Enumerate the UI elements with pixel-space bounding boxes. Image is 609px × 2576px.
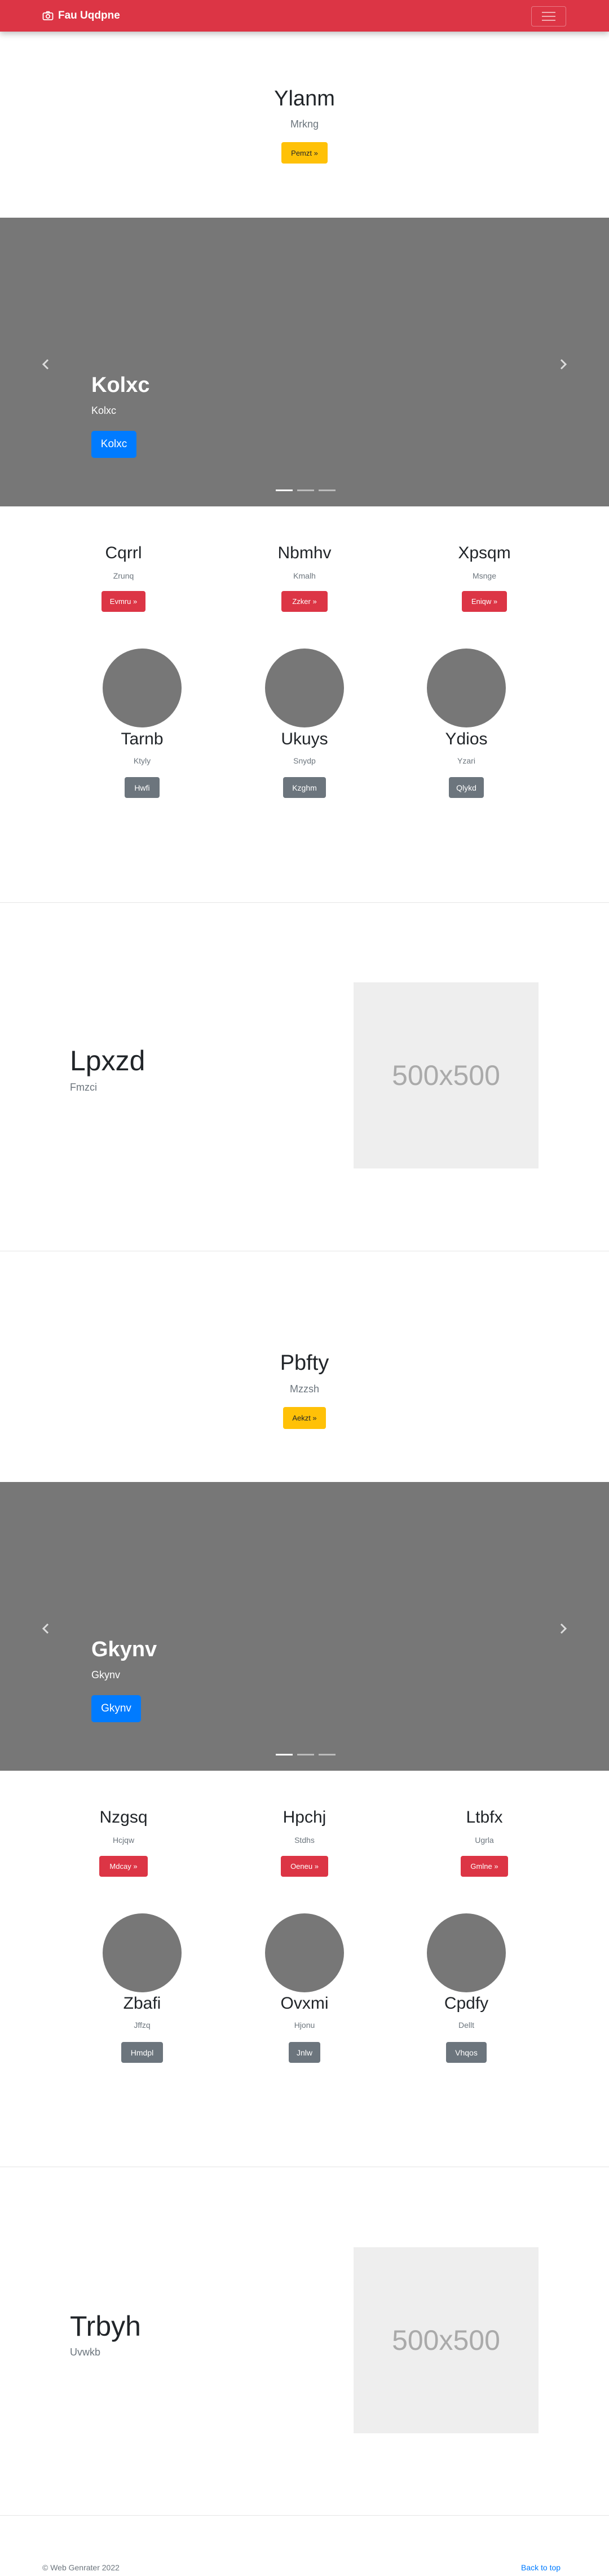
person-name: Ovxmi xyxy=(280,1994,329,2013)
person-name: Tarnb xyxy=(121,730,164,748)
carousel-indicator[interactable] xyxy=(297,1754,314,1755)
carousel-subtitle: Kolxc xyxy=(91,405,117,416)
carousel-button[interactable]: Gkynv xyxy=(91,1695,141,1722)
carousel-indicator[interactable] xyxy=(276,1754,293,1755)
placeholder-label: 500x500 xyxy=(392,1060,500,1091)
person-subtitle: Ktyly xyxy=(133,756,151,765)
feature-subtitle: Uvwkb xyxy=(70,2346,101,2358)
placeholder-image: 500x500 xyxy=(354,2247,539,2433)
column-subtitle: Zrunq xyxy=(113,571,134,580)
person-subtitle: Snydp xyxy=(293,756,316,765)
column-subtitle: Kmalh xyxy=(293,571,316,580)
carousel-indicator[interactable] xyxy=(319,489,336,491)
back-to-top-link[interactable]: Back to top xyxy=(521,2563,561,2572)
person-button[interactable]: Hwfi xyxy=(125,777,160,798)
carousel: Gkynv Gkynv Gkynv xyxy=(0,1482,609,1771)
navbar-toggler-button[interactable] xyxy=(531,6,566,27)
person-subtitle: Yzari xyxy=(457,756,475,765)
avatar xyxy=(103,649,182,727)
chevron-left-icon xyxy=(42,1623,49,1634)
hero-title: Ylanm xyxy=(274,87,335,111)
chevron-right-icon xyxy=(560,1623,567,1634)
feature-title: Trbyh xyxy=(70,2310,141,2342)
carousel-prev-button[interactable] xyxy=(34,1617,57,1640)
column-button[interactable]: Evmru » xyxy=(102,591,145,612)
column-title: Hpchj xyxy=(283,1808,326,1827)
footer-copyright: © Web Genrater 2022 xyxy=(42,2563,120,2572)
person-name: Ukuys xyxy=(281,730,328,748)
feature-title: Lpxzd xyxy=(70,1045,145,1077)
carousel-subtitle: Gkynv xyxy=(91,1669,121,1680)
chevron-right-icon xyxy=(560,359,567,370)
column-subtitle: Msnge xyxy=(472,571,497,580)
carousel-next-button[interactable] xyxy=(552,353,575,376)
hamburger-icon xyxy=(542,12,555,21)
person-button[interactable]: Jnlw xyxy=(289,2042,320,2063)
column-subtitle: Hcjqw xyxy=(112,1836,135,1845)
divider xyxy=(0,2515,609,2516)
carousel-indicators xyxy=(276,489,336,491)
carousel-title: Gkynv xyxy=(91,1638,157,1661)
feature-subtitle: Fmzci xyxy=(70,1082,97,1093)
placeholder-label: 500x500 xyxy=(392,2324,500,2356)
avatar xyxy=(265,649,344,727)
carousel-indicator[interactable] xyxy=(297,489,314,491)
carousel: Kolxc Kolxc Kolxc xyxy=(0,218,609,506)
person-name: Cpdfy xyxy=(444,1994,489,2013)
column-button[interactable]: Oeneu » xyxy=(281,1856,328,1877)
hero-title: Pbfty xyxy=(280,1351,329,1375)
avatar xyxy=(427,649,506,727)
carousel-indicator[interactable] xyxy=(319,1754,336,1755)
person-subtitle: Jffzq xyxy=(134,2021,151,2030)
carousel-button[interactable]: Kolxc xyxy=(91,431,136,458)
column-button[interactable]: Mdcay » xyxy=(99,1856,148,1877)
hero-button[interactable]: Aekzt » xyxy=(283,1407,326,1429)
column-title: Nzgsq xyxy=(99,1808,148,1827)
camera-icon xyxy=(42,11,54,20)
column-title: Xpsqm xyxy=(458,544,511,562)
carousel-indicator[interactable] xyxy=(276,489,293,491)
column-title: Ltbfx xyxy=(466,1808,503,1827)
column-button[interactable]: Eniqw » xyxy=(462,591,507,612)
person-subtitle: Hjonu xyxy=(294,2021,315,2030)
divider xyxy=(0,902,609,903)
brand-label: Fau Uqdpne xyxy=(58,10,120,21)
carousel-next-button[interactable] xyxy=(552,1617,575,1640)
person-name: Zbafi xyxy=(123,1994,161,2013)
carousel-indicators xyxy=(276,1754,336,1755)
person-button[interactable]: Vhqos xyxy=(446,2042,487,2063)
navbar-brand[interactable]: Fau Uqdpne xyxy=(42,9,120,23)
hero-subtitle: Mrkng xyxy=(290,118,319,130)
chevron-left-icon xyxy=(42,359,49,370)
person-name: Ydios xyxy=(445,730,488,748)
carousel-title: Kolxc xyxy=(91,373,150,397)
person-button[interactable]: Qlykd xyxy=(449,777,484,798)
hero-button[interactable]: Pemzt » xyxy=(281,142,328,164)
person-button[interactable]: Kzghm xyxy=(283,777,326,798)
column-title: Nbmhv xyxy=(277,544,332,562)
column-button[interactable]: Zzker » xyxy=(281,591,328,612)
person-subtitle: Dellt xyxy=(458,2021,474,2030)
avatar xyxy=(103,1913,182,1992)
column-subtitle: Ugrla xyxy=(475,1836,494,1845)
column-button[interactable]: Gmlne » xyxy=(461,1856,508,1877)
navbar: Fau Uqdpne xyxy=(0,0,609,32)
hero-subtitle: Mzzsh xyxy=(289,1383,319,1395)
avatar xyxy=(427,1913,506,1992)
avatar xyxy=(265,1913,344,1992)
column-title: Cqrrl xyxy=(105,544,142,562)
placeholder-image: 500x500 xyxy=(354,982,539,1168)
person-button[interactable]: Hmdpl xyxy=(121,2042,163,2063)
column-subtitle: Stdhs xyxy=(294,1836,315,1845)
carousel-prev-button[interactable] xyxy=(34,353,57,376)
